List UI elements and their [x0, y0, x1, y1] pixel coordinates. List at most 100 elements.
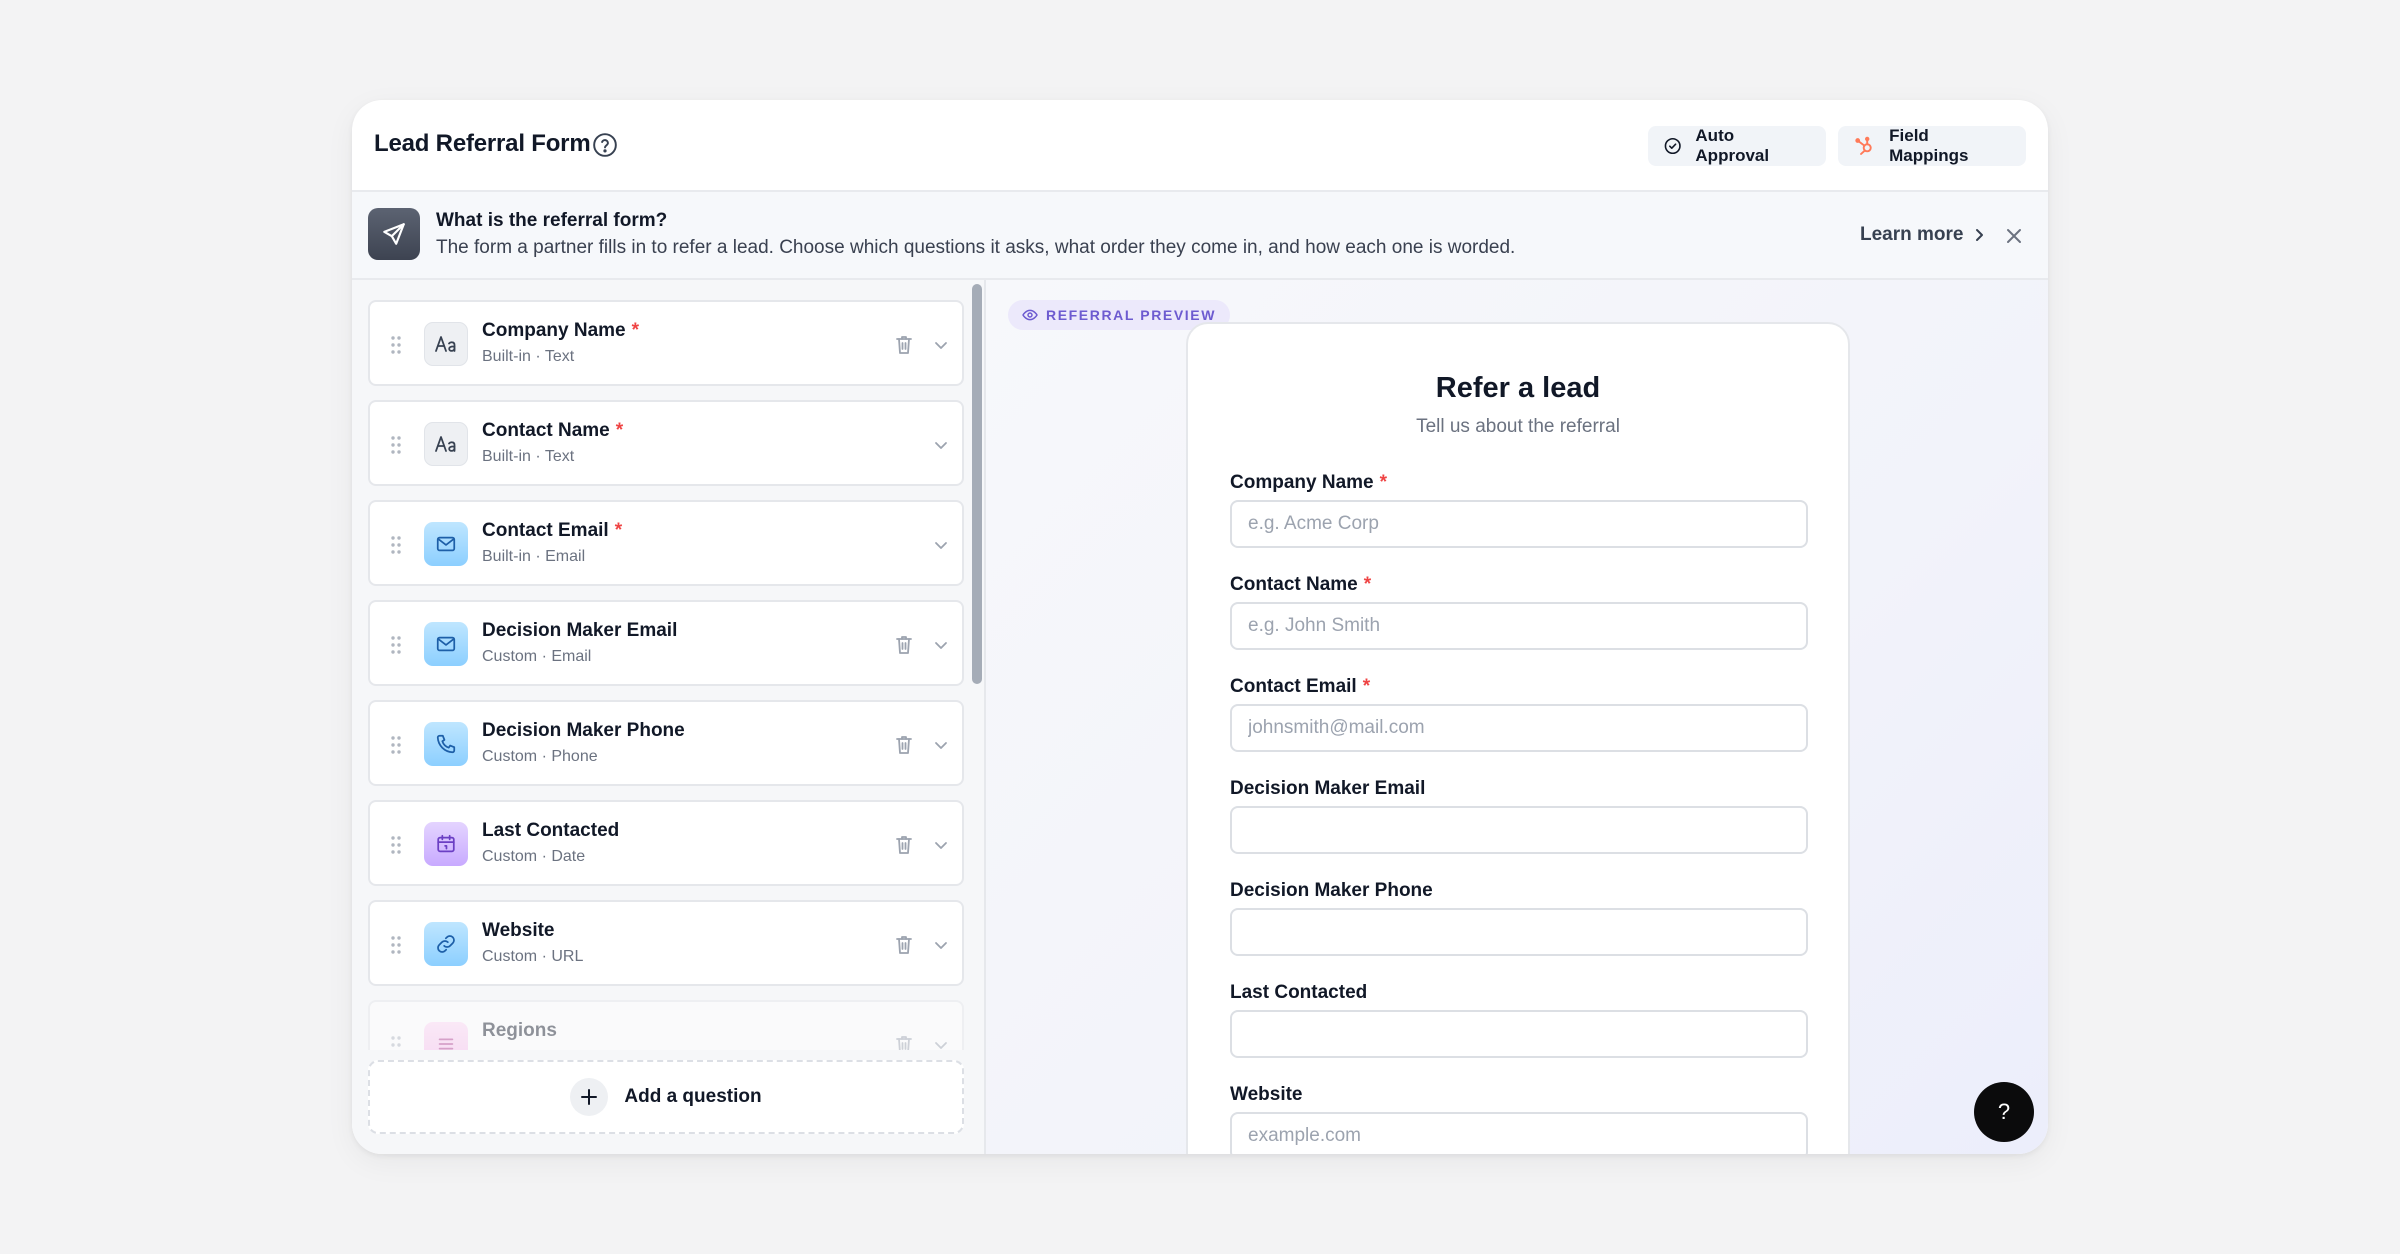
- question-card-contact-name[interactable]: Contact Name * Built-in · Text: [368, 400, 964, 486]
- eye-icon: [1022, 309, 1038, 321]
- chevron-right-icon: [1976, 229, 1984, 241]
- referral-form-window: Lead Referral Form Auto Approval Field M…: [352, 100, 2048, 1154]
- field-label: Website: [1230, 1084, 1303, 1105]
- field-mappings-button[interactable]: Field Mappings: [1838, 126, 2026, 166]
- question-type: Custom · Date: [482, 848, 586, 865]
- auto-approval-label: Auto Approval: [1695, 126, 1770, 165]
- add-question-button[interactable]: Add a question: [368, 1060, 964, 1134]
- chevron-down-icon[interactable]: [932, 836, 950, 854]
- question-label: Last Contacted: [482, 820, 620, 841]
- chevron-down-icon[interactable]: [932, 736, 950, 754]
- question-card-website[interactable]: Website Custom · URL: [368, 900, 964, 986]
- help-chat-button[interactable]: ?: [1974, 1082, 2034, 1142]
- contact-email-input[interactable]: [1230, 704, 1808, 752]
- field-label: Decision Maker Phone: [1230, 880, 1433, 901]
- learn-more-label: Learn more: [1860, 224, 1964, 245]
- drag-handle-icon[interactable]: [390, 735, 402, 755]
- required-asterisk: *: [631, 320, 640, 341]
- required-asterisk: *: [615, 420, 624, 441]
- chevron-down-icon[interactable]: [932, 636, 950, 654]
- hubspot-icon: [1855, 136, 1872, 155]
- question-label: Decision Maker Phone: [482, 720, 685, 741]
- info-banner: What is the referral form? The form a pa…: [352, 192, 2048, 280]
- calendar-icon: [424, 822, 468, 866]
- question-type: Built-in · Email: [482, 548, 586, 565]
- question-label: Regions: [482, 1020, 557, 1041]
- chevron-down-icon[interactable]: [932, 536, 950, 554]
- chevron-down-icon[interactable]: [932, 1036, 950, 1050]
- chevron-down-icon[interactable]: [932, 936, 950, 954]
- question-list: Company Name * Built-in · Text Contact Na…: [368, 300, 964, 1050]
- field-label: Decision Maker Email: [1230, 778, 1426, 799]
- drag-handle-icon[interactable]: [390, 535, 402, 555]
- send-icon: [368, 208, 420, 260]
- trash-icon[interactable]: [894, 634, 914, 656]
- decision-maker-email-input[interactable]: [1230, 806, 1808, 854]
- field-mappings-label: Field Mappings: [1889, 126, 1969, 165]
- trash-icon[interactable]: [894, 734, 914, 756]
- field-label: Last Contacted: [1230, 982, 1368, 1003]
- drag-handle-icon[interactable]: [390, 635, 402, 655]
- mail-icon: [424, 522, 468, 566]
- help-circle-icon[interactable]: [592, 132, 618, 158]
- website-input[interactable]: [1230, 1112, 1808, 1154]
- question-label: Decision Maker Email: [482, 620, 678, 641]
- trash-icon[interactable]: [894, 1034, 914, 1050]
- question-type: Built-in · Text: [482, 348, 575, 365]
- drag-handle-icon[interactable]: [390, 435, 402, 455]
- decision-maker-phone-input[interactable]: [1230, 908, 1808, 956]
- banner-title: What is the referral form?: [436, 210, 668, 231]
- drag-handle-icon[interactable]: [390, 1035, 402, 1050]
- learn-more-link[interactable]: Learn more: [1860, 224, 1985, 246]
- field-label: Contact Email *: [1230, 676, 1371, 697]
- referral-preview-label: REFERRAL PREVIEW: [1046, 307, 1217, 323]
- field-label: Contact Name *: [1230, 574, 1372, 595]
- question-type: Built-in · Text: [482, 448, 575, 465]
- trash-icon[interactable]: [894, 334, 914, 356]
- question-label: Contact Email *: [482, 520, 623, 541]
- required-asterisk: *: [1379, 472, 1388, 493]
- question-type: Custom · Phone: [482, 748, 598, 765]
- referral-form-card: Refer a lead Tell us about the referral …: [1186, 322, 1850, 1154]
- question-card-decision-maker-phone[interactable]: Decision Maker Phone Custom · Phone: [368, 700, 964, 786]
- question-list-panel: Company Name * Built-in · Text Contact Na…: [352, 280, 986, 1154]
- field-label: Company Name *: [1230, 472, 1388, 493]
- drag-handle-icon[interactable]: [390, 335, 402, 355]
- auto-approval-button[interactable]: Auto Approval: [1648, 126, 1826, 166]
- contact-name-input[interactable]: [1230, 602, 1808, 650]
- drag-handle-icon[interactable]: [390, 935, 402, 955]
- drag-handle-icon[interactable]: [390, 835, 402, 855]
- check-circle-icon: [1664, 137, 1681, 155]
- close-icon[interactable]: [2004, 226, 2024, 246]
- question-card-regions[interactable]: Regions: [368, 1000, 964, 1050]
- chevron-down-icon[interactable]: [932, 336, 950, 354]
- question-label: Website: [482, 920, 555, 941]
- add-question-label: Add a question: [624, 1086, 762, 1107]
- form-title: Refer a lead: [1435, 372, 1601, 404]
- trash-icon[interactable]: [894, 834, 914, 856]
- question-label: Company Name *: [482, 320, 640, 341]
- trash-icon[interactable]: [894, 934, 914, 956]
- chevron-down-icon[interactable]: [932, 436, 950, 454]
- banner-description: The form a partner fills in to refer a l…: [436, 237, 1516, 258]
- page-title: Lead Referral Form: [374, 130, 591, 157]
- question-card-last-contacted[interactable]: Last Contacted Custom · Date: [368, 800, 964, 886]
- plus-icon: [570, 1078, 609, 1116]
- required-asterisk: *: [1362, 676, 1371, 697]
- question-card-company-name[interactable]: Company Name * Built-in · Text: [368, 300, 964, 386]
- form-subtitle: Tell us about the referral: [1416, 416, 1620, 437]
- text-type-icon: [424, 322, 468, 366]
- question-card-contact-email[interactable]: Contact Email * Built-in · Email: [368, 500, 964, 586]
- question-type: Custom · Email: [482, 648, 592, 665]
- question-list-scrollbar[interactable]: [972, 284, 982, 684]
- question-type: Custom · URL: [482, 948, 584, 965]
- required-asterisk: *: [614, 520, 623, 541]
- last-contacted-input[interactable]: [1230, 1010, 1808, 1058]
- link-icon: [424, 922, 468, 966]
- question-label: Contact Name *: [482, 420, 624, 441]
- question-card-decision-maker-email[interactable]: Decision Maker Email Custom · Email: [368, 600, 964, 686]
- phone-icon: [424, 722, 468, 766]
- required-asterisk: *: [1363, 574, 1372, 595]
- page-header: Lead Referral Form Auto Approval Field M…: [352, 100, 2048, 192]
- company-name-input[interactable]: [1230, 500, 1808, 548]
